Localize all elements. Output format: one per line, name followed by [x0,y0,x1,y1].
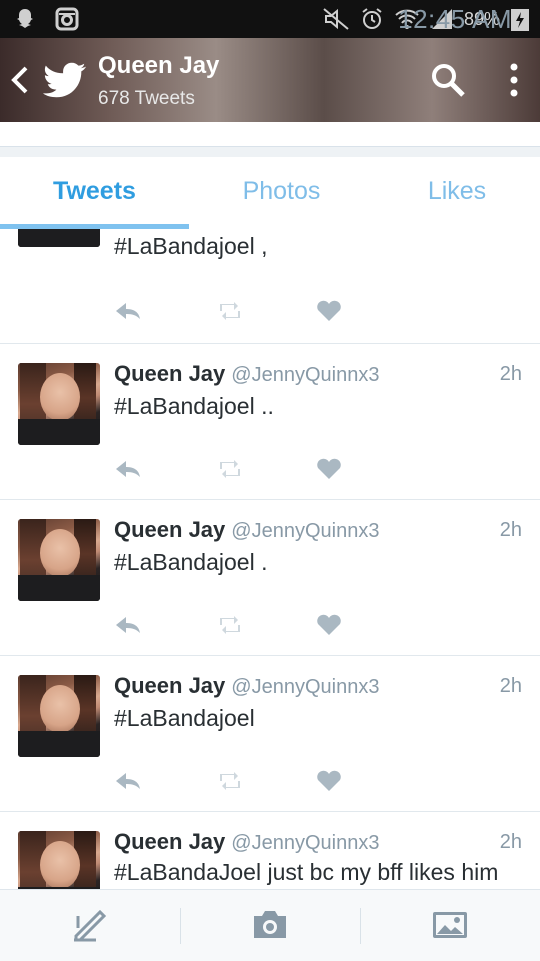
author-name: Queen Jay [114,361,226,386]
snapchat-icon [17,9,33,28]
retweet-icon[interactable] [216,613,244,637]
tweet-actions [0,457,540,485]
search-icon[interactable] [428,60,468,100]
back-arrow-icon[interactable] [8,60,32,100]
tweet-author[interactable]: Queen Jay @JennyQuinnx3 [114,517,379,543]
status-bar: 89% 12:45 AM [0,0,540,38]
toolbar-divider [180,908,181,944]
more-vert-icon[interactable] [500,60,528,100]
instagram-icon [55,7,79,31]
twitter-bird-icon [42,62,87,98]
retweet-icon[interactable] [216,457,244,481]
mute-icon [323,8,349,30]
like-icon[interactable] [315,769,343,793]
reply-icon[interactable] [114,457,142,481]
tweet-item[interactable]: #LaBandajoel , [0,229,540,344]
tweet-text: #LaBandajoel [114,705,255,731]
author-name: Queen Jay [114,673,226,698]
tweet-item[interactable]: Queen Jay @JennyQuinnx3 2h #LaBandajoel .… [0,343,540,500]
compose-icon[interactable] [60,902,120,948]
tweet-item[interactable]: Queen Jay @JennyQuinnx3 2h #LaBandajoel . [0,499,540,656]
avatar[interactable] [18,831,100,889]
camera-icon[interactable] [240,902,300,948]
tweet-count: 678 Tweets [98,88,195,109]
avatar[interactable] [18,675,100,757]
toolbar-divider [360,908,361,944]
tweet-time: 2h [499,675,522,697]
tweet-time: 2h [499,519,522,541]
author-name: Queen Jay [114,517,226,542]
retweet-icon[interactable] [216,299,244,323]
author-handle: @JennyQuinnx3 [231,832,380,854]
author-handle: @JennyQuinnx3 [231,520,380,542]
image-icon[interactable] [420,902,480,948]
avatar[interactable] [18,229,100,247]
tweet-time: 2h [499,831,522,853]
author-handle: @JennyQuinnx3 [231,676,380,698]
tweet-item[interactable]: Queen Jay @JennyQuinnx3 2h #LaBandaJoel j… [0,811,540,889]
tweet-actions [0,613,540,641]
tweet-item[interactable]: Queen Jay @JennyQuinnx3 2h #LaBandajoel [0,655,540,812]
tweet-actions [0,299,540,327]
tweet-author[interactable]: Queen Jay @JennyQuinnx3 [114,673,379,699]
like-icon[interactable] [315,457,343,481]
tweet-time: 2h [499,363,522,385]
tweet-feed[interactable]: #LaBandajoel , Queen Jay @JennyQuinnx3 2h… [0,229,540,889]
profile-header: Queen Jay 678 Tweets [0,38,540,122]
tweet-text: #LaBandajoel , [114,233,268,259]
clock: 12:45 AM [398,3,512,34]
tweet-text: #LaBandajoel . [114,549,268,575]
tab-likes[interactable]: Likes [374,157,540,229]
author-name: Queen Jay [114,829,226,854]
like-icon[interactable] [315,299,343,323]
reply-icon[interactable] [114,299,142,323]
like-icon[interactable] [315,613,343,637]
battery-charging-icon [511,9,529,31]
reply-icon[interactable] [114,769,142,793]
avatar[interactable] [18,363,100,445]
tweet-author[interactable]: Queen Jay @JennyQuinnx3 [114,361,379,387]
bottom-toolbar [0,889,540,961]
tab-tweets[interactable]: Tweets [0,157,189,229]
profile-name: Queen Jay [98,52,220,79]
avatar[interactable] [18,519,100,601]
tab-photos[interactable]: Photos [189,157,374,229]
profile-tabs: Tweets Photos Likes [0,157,540,230]
header-spacer [0,122,540,146]
tweet-actions [0,769,540,797]
tweet-author[interactable]: Queen Jay @JennyQuinnx3 [114,829,379,855]
alarm-icon [362,8,382,29]
tweet-text: #LaBandaJoel just bc my bff likes him [114,859,499,885]
retweet-icon[interactable] [216,769,244,793]
reply-icon[interactable] [114,613,142,637]
author-handle: @JennyQuinnx3 [231,364,380,386]
tweet-text: #LaBandajoel .. [114,393,274,419]
